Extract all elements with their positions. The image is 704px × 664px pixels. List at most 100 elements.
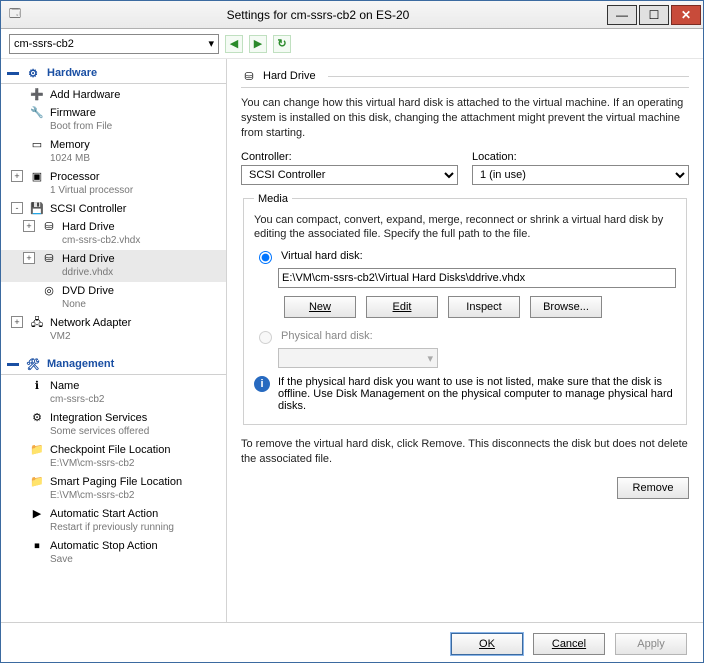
expander-icon[interactable]: - [11,202,23,214]
sidebar-item-label: Automatic Start Action [50,507,158,521]
settings-window: 🗔 Settings for cm-ssrs-cb2 on ES-20 — ☐ … [0,0,704,663]
sidebar-item-sublabel: cm-ssrs-cb2.vhdx [41,234,224,248]
sidebar-item-label: Firmware [50,106,96,120]
sidebar-item-hard-drive-1[interactable]: + ⛁ Hard Drivecm-ssrs-cb2.vhdx [1,218,226,250]
phd-info-text: If the physical hard disk you want to us… [278,376,676,412]
sidebar-item-sublabel: 1 Virtual processor [29,184,224,198]
pane-title: Hard Drive [263,70,316,82]
sidebar-item-integration-services[interactable]: ⚙ Integration ServicesSome services offer… [1,409,226,441]
sidebar-item-sublabel: ddrive.vhdx [41,266,224,280]
chevron-down-icon: ▾ [208,37,214,50]
sidebar-item-label: Integration Services [50,411,147,425]
sidebar: ⚙ Hardware ➕Add Hardware🔧FirmwareBoot fr… [1,59,227,622]
expander-icon[interactable]: + [23,220,35,232]
minimize-button[interactable]: — [607,5,637,25]
location-label: Location: [472,151,689,163]
expander-icon[interactable]: + [11,170,23,182]
apply-button[interactable]: Apply [615,633,687,655]
sidebar-item-automatic-start-action[interactable]: ▶Automatic Start ActionRestart if previo… [1,505,226,537]
sidebar-item-add-hardware[interactable]: ➕Add Hardware [1,86,226,104]
maximize-button[interactable]: ☐ [639,5,669,25]
sidebar-item-label: SCSI Controller [50,202,126,216]
vhd-radio-label: Virtual hard disk: [281,250,363,262]
dialog-footer: OK Cancel Apply [1,622,703,664]
firmware-icon: 🔧 [29,106,45,120]
integration-services-icon: ⚙ [29,411,45,425]
sidebar-item-sublabel: E:\VM\cm-ssrs-cb2 [29,457,224,471]
sidebar-item-scsi-controller[interactable]: -💾SCSI Controller [1,200,226,218]
nav-forward-button[interactable]: ▶ [249,35,267,53]
ok-button[interactable]: OK [451,633,523,655]
sidebar-item-dvd-drive[interactable]: ◎DVD DriveNone [1,282,226,314]
phd-radio-label: Physical hard disk: [281,330,373,342]
expander-icon[interactable]: + [23,252,35,264]
sidebar-item-network-adapter[interactable]: +🖧Network AdapterVM2 [1,314,226,346]
sidebar-item-checkpoint-file-location[interactable]: 📁 Checkpoint File LocationE:\VM\cm-ssrs-c… [1,441,226,473]
controller-label: Controller: [241,151,458,163]
pane-description: You can change how this virtual hard dis… [241,96,689,141]
media-description: You can compact, convert, expand, merge,… [254,213,676,243]
hard-drive-1-icon: ⛁ [41,220,57,234]
phd-select-disabled: ▾ [278,348,438,368]
media-legend: Media [254,193,292,205]
sidebar-item-label: Hard Drive [62,252,115,266]
checkpoint-file-location-icon: 📁 [29,443,45,457]
sidebar-item-label: Hard Drive [62,220,115,234]
hard-drive-2-icon: ⛁ [41,252,57,266]
main-panel: ⛁ Hard Drive You can change how this vir… [227,59,703,622]
sidebar-item-sublabel: Restart if previously running [29,521,224,535]
sidebar-item-smart-paging-file-location[interactable]: 📁Smart Paging File LocationE:\VM\cm-ssrs… [1,473,226,505]
browse-button[interactable]: Browse... [530,296,602,318]
app-icon: 🗔 [1,5,29,24]
nav-back-button[interactable]: ◀ [225,35,243,53]
sidebar-item-sublabel: 1024 MB [29,152,224,166]
titlebar: 🗔 Settings for cm-ssrs-cb2 on ES-20 — ☐ … [1,1,703,29]
sidebar-item-memory[interactable]: ▭ Memory1024 MB [1,136,226,168]
sidebar-item-sublabel: Save [29,553,224,567]
sidebar-item-hard-drive-2[interactable]: + ⛁ Hard Driveddrive.vhdx [1,250,226,282]
hardware-header-label: Hardware [47,67,97,79]
management-header-label: Management [47,358,114,370]
vhd-path-input[interactable] [278,268,676,288]
sidebar-item-label: Checkpoint File Location [50,443,170,457]
dvd-drive-icon: ◎ [41,284,57,298]
inspect-button[interactable]: Inspect [448,296,520,318]
sidebar-item-sublabel: Some services offered [29,425,224,439]
memory-icon: ▭ [29,138,45,152]
processor-icon: ▣ [29,170,45,184]
controller-select[interactable]: SCSI Controller [241,165,458,185]
sidebar-item-sublabel: None [41,298,224,312]
sidebar-item-automatic-stop-action[interactable]: ⏹Automatic Stop ActionSave [1,537,226,569]
vhd-radio[interactable] [259,251,272,264]
sidebar-item-firmware[interactable]: 🔧FirmwareBoot from File [1,104,226,136]
sidebar-item-sublabel: VM2 [29,330,224,344]
sidebar-item-label: Name [50,379,79,393]
toolbar: cm-ssrs-cb2 ▾ ◀ ▶ ↻ [1,29,703,59]
management-icon: 🛠 [25,357,41,371]
remove-description: To remove the virtual hard disk, click R… [241,437,689,467]
refresh-button[interactable]: ↻ [273,35,291,53]
vm-selector[interactable]: cm-ssrs-cb2 ▾ [9,34,219,54]
hard-drive-icon: ⛁ [241,69,257,83]
location-select[interactable]: 1 (in use) [472,165,689,185]
new-button[interactable]: New [284,296,356,318]
expander-icon[interactable]: + [11,316,23,328]
remove-button[interactable]: Remove [617,477,689,499]
sidebar-item-name[interactable]: ℹNamecm-ssrs-cb2 [1,377,226,409]
hardware-tree: ➕Add Hardware🔧FirmwareBoot from File▭Mem… [1,84,226,354]
phd-radio [259,331,272,344]
automatic-stop-action-icon: ⏹ [29,539,45,553]
edit-button[interactable]: Edit [366,296,438,318]
cancel-button[interactable]: Cancel [533,633,605,655]
sidebar-item-label: Add Hardware [50,88,120,102]
sidebar-item-processor[interactable]: +▣Processor1 Virtual processor [1,168,226,200]
management-tree: ℹNamecm-ssrs-cb2 ⚙ Integration ServicesSom… [1,375,226,577]
network-adapter-icon: 🖧 [29,316,45,330]
vm-selector-value: cm-ssrs-cb2 [14,38,74,50]
media-group: Media You can compact, convert, expand, … [243,193,687,426]
sidebar-item-sublabel: cm-ssrs-cb2 [29,393,224,407]
close-button[interactable]: ✕ [671,5,701,25]
sidebar-item-sublabel: E:\VM\cm-ssrs-cb2 [29,489,224,503]
window-title: Settings for cm-ssrs-cb2 on ES-20 [29,8,607,22]
sidebar-item-label: Memory [50,138,90,152]
